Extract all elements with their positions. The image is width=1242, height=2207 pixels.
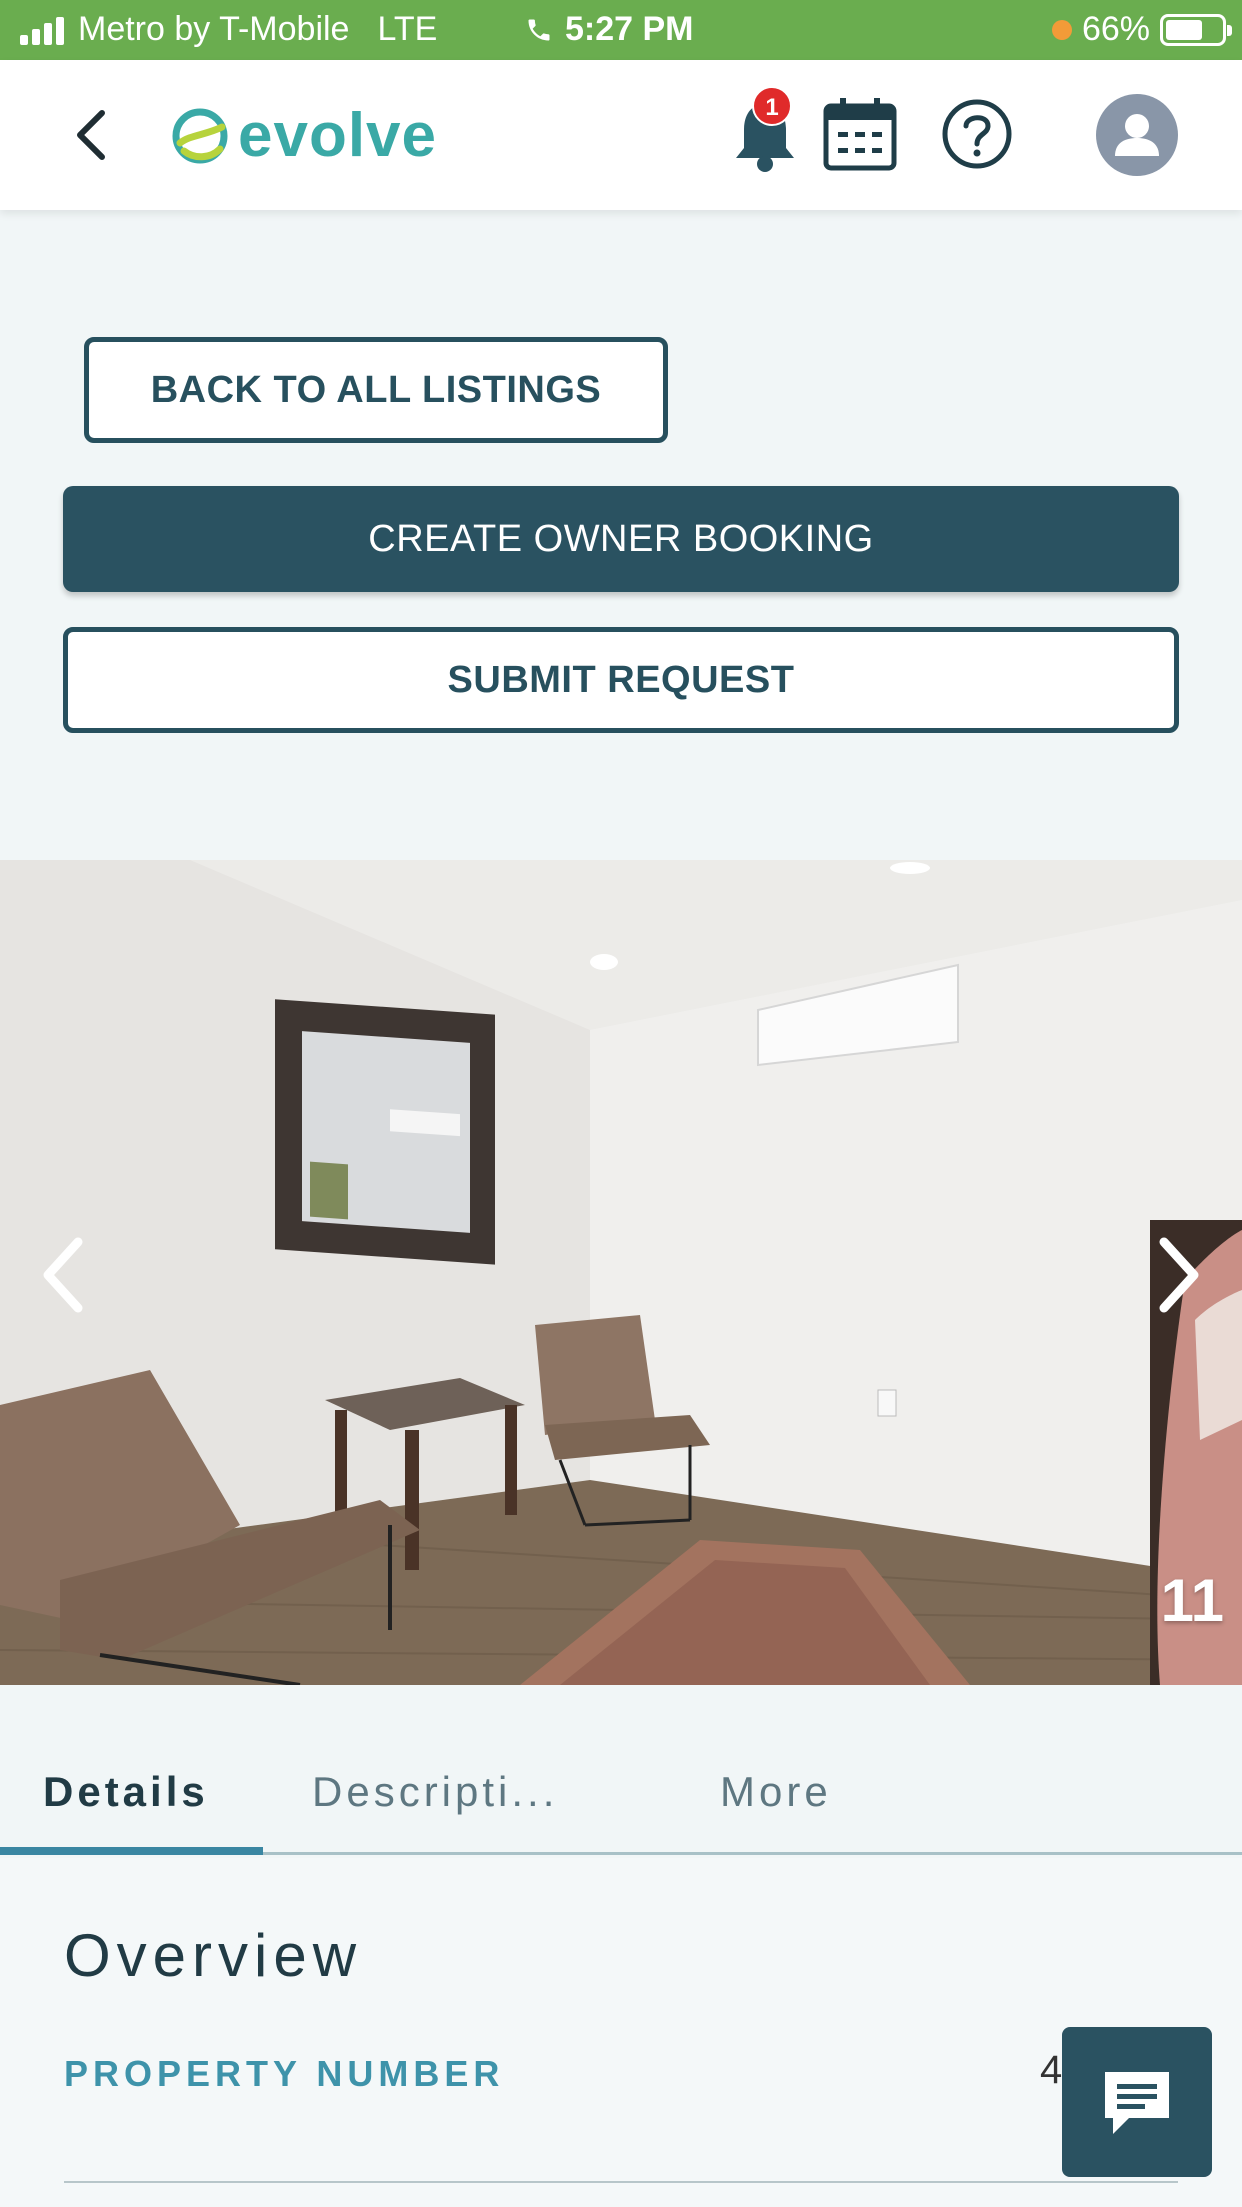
phone-icon bbox=[528, 19, 550, 40]
overview-heading: Overview bbox=[64, 1922, 363, 1989]
tab-details[interactable]: Details bbox=[43, 1768, 209, 1816]
next-photo-icon[interactable] bbox=[1142, 1230, 1212, 1320]
evolve-logo[interactable]: evolve bbox=[170, 100, 437, 171]
clock: 5:27 PM bbox=[565, 10, 694, 48]
back-to-listings-button[interactable]: BACK TO ALL LISTINGS bbox=[84, 337, 668, 443]
evolve-logo-icon bbox=[172, 108, 228, 163]
listing-photo bbox=[0, 860, 1242, 1685]
listing-photo-gallery[interactable]: 11 bbox=[0, 860, 1242, 1685]
listing-tabs: Details Descripti... More bbox=[0, 1718, 1242, 1855]
network-type: LTE bbox=[377, 10, 438, 48]
battery-icon bbox=[1160, 13, 1232, 46]
property-number-value: 4 bbox=[1040, 2048, 1063, 2092]
calendar-icon[interactable] bbox=[822, 96, 898, 172]
active-tab-indicator bbox=[0, 1847, 263, 1855]
status-bar: Metro by T-Mobile LTE 5:27 PM 66% bbox=[0, 0, 1242, 60]
create-owner-booking-button[interactable]: CREATE OWNER BOOKING bbox=[63, 486, 1179, 592]
carrier-name: Metro by T-Mobile bbox=[78, 10, 350, 48]
signal-icon bbox=[20, 15, 64, 45]
user-avatar-icon[interactable] bbox=[1096, 94, 1178, 176]
tab-description[interactable]: Descripti... bbox=[312, 1768, 558, 1816]
previous-photo-icon[interactable] bbox=[30, 1230, 100, 1320]
privacy-indicator-dot bbox=[1051, 19, 1072, 40]
chat-icon bbox=[1105, 2072, 1169, 2134]
chevron-left-icon[interactable] bbox=[64, 105, 124, 165]
help-icon[interactable] bbox=[940, 96, 1014, 172]
notification-badge: 1 bbox=[752, 86, 792, 126]
tab-more[interactable]: More bbox=[720, 1768, 832, 1816]
property-number-label: PROPERTY NUMBER bbox=[64, 2053, 505, 2094]
chat-button[interactable] bbox=[1062, 2027, 1212, 2177]
details-panel: Overview PROPERTY NUMBER 4 bbox=[0, 1858, 1242, 2207]
battery-percent: 66% bbox=[1081, 10, 1150, 48]
logo-wordmark: evolve bbox=[238, 101, 438, 170]
divider bbox=[64, 2181, 1178, 2183]
submit-request-button[interactable]: SUBMIT REQUEST bbox=[63, 627, 1179, 733]
app-header: evolve 1 bbox=[0, 60, 1242, 210]
photo-index: 11 bbox=[1160, 1567, 1224, 1634]
